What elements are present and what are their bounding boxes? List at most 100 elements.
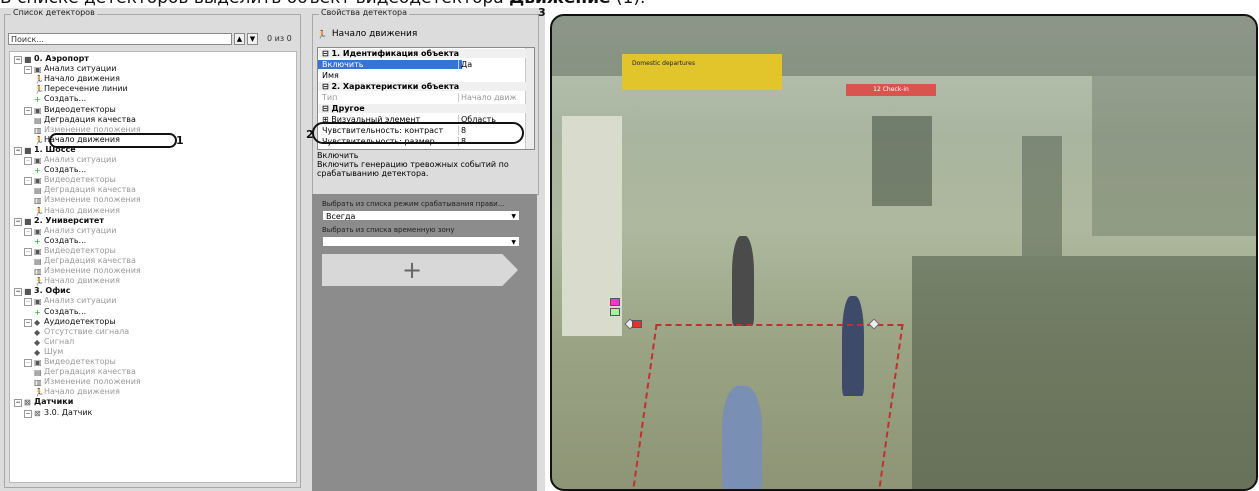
tree-item[interactable]: − ⊠ 3.0. Датчик <box>24 408 92 418</box>
tree-item[interactable]: ▥ Изменение положения <box>34 195 141 205</box>
tree-item[interactable]: ◆ Шум <box>34 347 63 357</box>
zone-settings-icon[interactable] <box>610 298 620 306</box>
tree-item[interactable]: 🏃Начало движения <box>34 276 120 286</box>
tree-expander-icon[interactable]: − <box>24 106 32 115</box>
audio-signal-icon: ◆ <box>34 347 41 357</box>
highlight-oval-2 <box>312 122 524 144</box>
tree-item[interactable]: − ▣ Анализ ситуации <box>24 226 116 236</box>
camera-video-view[interactable]: Domestic departures 12 Check-in <box>550 14 1258 491</box>
camera-icon: ■ <box>24 287 32 297</box>
properties-header: 🏃 Начало движения <box>317 29 417 39</box>
tree-item[interactable]: − ▣ Видеодетекторы <box>24 105 116 115</box>
property-row[interactable]: ⊟ 2. Характеристики объекта <box>318 82 526 91</box>
tree-item-label: Деградация качества <box>44 256 136 265</box>
tree-expander-icon[interactable]: − <box>14 146 22 155</box>
group-icon: ▣ <box>34 226 42 236</box>
chevron-down-icon[interactable]: ▼ <box>247 33 258 45</box>
tree-expander-icon[interactable]: − <box>24 359 32 367</box>
video-checkin-desks <box>1092 76 1256 236</box>
tree-item[interactable]: − ■ 0. Аэропорт <box>14 54 89 64</box>
property-value[interactable]: Начало движ <box>458 93 529 102</box>
tree-item-label: 3.0. Датчик <box>44 407 93 417</box>
add-button[interactable]: + <box>322 254 518 286</box>
property-value[interactable]: Да <box>458 60 529 69</box>
tree-expander-icon[interactable]: − <box>24 227 32 236</box>
video-crowd <box>912 256 1256 489</box>
tree-expander-icon[interactable]: − <box>24 298 32 307</box>
tree-item[interactable]: ◆ Сигнал <box>34 336 75 347</box>
tree-item[interactable]: − ■ 3. Офис <box>14 286 70 297</box>
tree-item-label: Изменение положения <box>44 195 141 205</box>
tree-item-label: Изменение положения <box>44 266 141 276</box>
property-row[interactable]: ⊟ Другое <box>318 104 526 113</box>
tree-item-label: Анализ ситуации <box>44 225 117 235</box>
search-input[interactable]: Поиск... <box>8 33 232 45</box>
tree-expander-icon[interactable]: − <box>24 177 32 186</box>
tree-item[interactable]: ▥ Изменение положения <box>34 266 141 277</box>
highlight-oval-1 <box>49 133 177 148</box>
mode-select[interactable]: Всегда ▼ <box>322 210 520 221</box>
property-row[interactable]: Имя <box>318 71 526 80</box>
zone-label: Выбрать из списка временную зону <box>322 226 455 234</box>
tree-expander-icon[interactable]: − <box>24 318 32 327</box>
property-row[interactable]: ⊟ 1. Идентификация объекта <box>318 49 526 58</box>
close-icon[interactable] <box>632 320 642 328</box>
property-key: Имя <box>322 71 339 80</box>
tree-item[interactable]: 🏃Пересечение линии <box>34 84 128 94</box>
tree-item-label: Создать... <box>44 94 87 104</box>
zone-select[interactable]: ▼ <box>322 236 520 247</box>
position-icon: ▥ <box>34 125 42 135</box>
property-key: ⊟ Другое <box>322 104 365 113</box>
tree-item[interactable]: − ▣ Анализ ситуации <box>24 64 117 75</box>
tree-item[interactable]: + Создать... <box>34 165 86 175</box>
tree-item[interactable]: + Создать... <box>34 236 86 246</box>
tree-expander-icon[interactable]: − <box>14 288 22 297</box>
audio-signal-icon: ◆ <box>34 327 41 337</box>
tree-expander-icon[interactable]: − <box>14 399 22 408</box>
tree-item-label: Сигнал <box>44 336 75 346</box>
tree-item[interactable]: ◆ Отсутствие сигнала <box>34 327 129 337</box>
position-icon: ▥ <box>34 267 42 277</box>
tree-item-label: Видеодетекторы <box>44 357 116 366</box>
tree-expander-icon[interactable]: − <box>24 157 32 165</box>
tree-item-label: Создать... <box>44 306 87 316</box>
tree-item[interactable]: − ▣ Анализ ситуации <box>24 155 116 165</box>
detection-zone[interactable] <box>630 324 904 489</box>
tree-item[interactable]: 🏃Начало движения <box>34 74 120 84</box>
property-row[interactable]: Тип Начало движ <box>318 93 526 102</box>
tree-item[interactable]: + Создать... <box>34 306 87 317</box>
tree-item[interactable]: ▤ Деградация качества <box>34 367 136 378</box>
degradation-icon: ▤ <box>34 186 42 196</box>
tree-item[interactable]: 🏃Начало движения <box>34 206 120 216</box>
tree-expander-icon[interactable]: − <box>24 247 32 256</box>
tree-item[interactable]: ▤ Деградация качества <box>34 115 136 125</box>
tree-item-label: Начало движения <box>44 387 120 397</box>
tree-item[interactable]: − ■ 2. Университет <box>14 216 104 226</box>
tree-item-label: Анализ ситуации <box>44 64 117 74</box>
tree-item[interactable]: + Создать... <box>34 94 87 104</box>
group-icon: ▣ <box>34 246 42 256</box>
caption-bold: Движение <box>509 0 610 8</box>
tree-item[interactable]: − ▣ Анализ ситуации <box>24 296 116 307</box>
tree-item[interactable]: 🏃Начало движения <box>34 387 120 397</box>
chevron-up-icon[interactable]: ▲ <box>234 33 245 45</box>
zone-toggle-icon[interactable] <box>610 308 620 316</box>
tree-item[interactable]: − ▣ Видеодетекторы <box>24 175 116 186</box>
audio-signal-icon: ◆ <box>34 337 41 347</box>
property-key: Включить <box>318 60 462 69</box>
tree-item[interactable]: − ◆ Аудиодетекторы <box>24 317 116 327</box>
degradation-icon: ▤ <box>34 368 42 378</box>
tree-expander-icon[interactable]: − <box>24 66 32 75</box>
tree-item[interactable]: − ▣ Видеодетекторы <box>24 357 116 367</box>
tree-item[interactable]: ▤ Деградация качества <box>34 256 136 266</box>
tree-item[interactable]: − ⊠ Датчики <box>14 397 73 408</box>
tree-item[interactable]: ▤ Деградация качества <box>34 185 136 196</box>
caption-suffix: (1). <box>611 0 646 8</box>
plus-icon: + <box>34 236 41 246</box>
tree-expander-icon[interactable]: − <box>24 409 32 418</box>
tree-expander-icon[interactable]: − <box>14 56 22 64</box>
tree-item[interactable]: ▥ Изменение положения <box>34 377 141 387</box>
tree-item[interactable]: − ▣ Видеодетекторы <box>24 246 116 256</box>
tree-expander-icon[interactable]: − <box>14 217 22 226</box>
property-row[interactable]: Включить Да <box>318 60 526 69</box>
